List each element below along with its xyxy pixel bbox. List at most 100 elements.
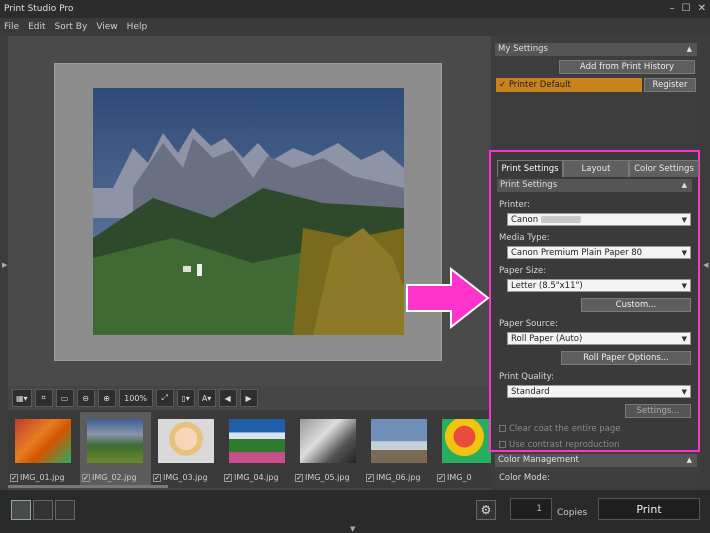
print-preview-area bbox=[8, 36, 491, 386]
dropdown-arrow-icon: ▼ bbox=[681, 335, 687, 343]
expand-down-icon[interactable]: ▼ bbox=[350, 525, 355, 533]
printer-default-label: Printer Default bbox=[508, 80, 571, 90]
menu-edit[interactable]: Edit bbox=[28, 18, 45, 36]
print-settings-panel: Print Settings Layout Color Settings Pri… bbox=[489, 150, 700, 452]
layout-bottom-button[interactable] bbox=[11, 500, 31, 520]
print-button[interactable]: Print bbox=[598, 498, 700, 520]
copies-input[interactable]: 1 bbox=[510, 498, 552, 520]
print-settings-section-title: Print Settings bbox=[500, 180, 558, 190]
dropdown-arrow-icon: ▼ bbox=[681, 388, 687, 396]
check-icon: ✓ bbox=[499, 80, 509, 90]
collapse-icon: ▲ bbox=[686, 45, 692, 53]
checkbox[interactable]: ✓ bbox=[437, 474, 445, 482]
print-layout-icon[interactable]: ▦▾ bbox=[12, 389, 32, 407]
thumbnail-label: IMG_05.jpg bbox=[305, 473, 350, 482]
checkbox[interactable]: ✓ bbox=[366, 474, 374, 482]
list-item[interactable]: ✓ IMG_05.jpg bbox=[293, 412, 364, 486]
thumbnail-label: IMG_04.jpg bbox=[234, 473, 279, 482]
minimize-icon[interactable]: – bbox=[670, 0, 675, 18]
menu-sort-by[interactable]: Sort By bbox=[55, 18, 88, 36]
custom-size-button[interactable]: Custom... bbox=[581, 298, 691, 312]
app-window: Print Studio Pro – ☐ ✕ File Edit Sort By… bbox=[0, 0, 710, 533]
my-settings-header[interactable]: My Settings ▲ bbox=[495, 43, 697, 56]
mountain-photo bbox=[93, 88, 404, 335]
thumbnail-label: IMG_0 bbox=[447, 473, 472, 482]
contrast-label: Use contrast reproduction bbox=[509, 440, 620, 450]
menu-view[interactable]: View bbox=[96, 18, 117, 36]
contrast-checkbox[interactable]: Use contrast reproduction bbox=[499, 440, 620, 450]
checkbox[interactable]: ✓ bbox=[295, 474, 303, 482]
thumbnail-image bbox=[371, 419, 427, 463]
list-item[interactable]: ✓ IMG_04.jpg bbox=[222, 412, 293, 486]
printer-select[interactable]: Canon ▼ bbox=[507, 213, 691, 226]
collapse-right-icon: ◀ bbox=[703, 261, 709, 269]
color-management-header[interactable]: Color Management ▲ bbox=[495, 454, 697, 467]
my-settings-title: My Settings bbox=[498, 44, 548, 54]
zoom-out-icon[interactable]: ⊖ bbox=[76, 389, 95, 407]
list-item[interactable]: ✓ IMG_06.jpg bbox=[364, 412, 435, 486]
tab-layout[interactable]: Layout bbox=[563, 160, 629, 177]
display-mode-icon[interactable]: ▭ bbox=[55, 389, 74, 407]
checkbox[interactable]: ✓ bbox=[153, 474, 161, 482]
app-title: Print Studio Pro bbox=[4, 4, 74, 14]
zoom-level[interactable]: 100% bbox=[118, 389, 153, 407]
print-settings-header[interactable]: Print Settings ▲ bbox=[497, 179, 692, 192]
thumbnail-label: IMG_03.jpg bbox=[163, 473, 208, 482]
clear-coat-checkbox[interactable]: Clear coat the entire page bbox=[499, 424, 620, 434]
checkbox-box bbox=[499, 425, 506, 432]
filmstrip: ✓ IMG_01.jpg ✓ IMG_02.jpg ✓ IMG_03.jpg ✓ IMG… bbox=[8, 410, 491, 488]
paper-size-select[interactable]: Letter (8.5"x11") ▼ bbox=[507, 279, 691, 292]
paper-source-select[interactable]: Roll Paper (Auto) ▼ bbox=[507, 332, 691, 345]
page-icon[interactable]: ▯▾ bbox=[176, 389, 195, 407]
media-type-value: Canon Premium Plain Paper 80 bbox=[511, 248, 643, 258]
preview-toolbar: ▦▾ ⌗ ▭ ⊖ ⊕ 100% ⤢ ▯▾ A▾ ◀ ▶ bbox=[8, 387, 491, 409]
gear-icon[interactable]: ⚙ bbox=[476, 500, 496, 520]
list-item[interactable]: ✓ IMG_03.jpg bbox=[151, 412, 222, 486]
media-type-select[interactable]: Canon Premium Plain Paper 80 ▼ bbox=[507, 246, 691, 259]
copies-label: Copies bbox=[557, 508, 588, 518]
add-from-history-button[interactable]: Add from Print History bbox=[559, 60, 695, 74]
tab-print-settings[interactable]: Print Settings bbox=[497, 160, 563, 177]
tab-color-settings[interactable]: Color Settings bbox=[629, 160, 699, 177]
paper-source-label: Paper Source: bbox=[499, 319, 558, 329]
expand-left-icon: ▶ bbox=[2, 261, 8, 269]
layout-right-button[interactable] bbox=[55, 500, 75, 520]
checkbox[interactable]: ✓ bbox=[224, 474, 232, 482]
fit-screen-icon[interactable]: ⤢ bbox=[155, 389, 174, 407]
list-item[interactable]: ✓ IMG_02.jpg bbox=[80, 412, 151, 486]
printer-default-item[interactable]: ✓ Printer Default bbox=[496, 78, 642, 92]
register-button[interactable]: Register bbox=[644, 78, 696, 92]
window-controls: – ☐ ✕ bbox=[670, 0, 706, 18]
roll-paper-options-button[interactable]: Roll Paper Options... bbox=[561, 351, 691, 365]
clear-coat-label: Clear coat the entire page bbox=[509, 424, 621, 434]
close-icon[interactable]: ✕ bbox=[698, 0, 706, 18]
list-item[interactable]: ✓ IMG_0 bbox=[435, 412, 491, 486]
checkbox[interactable]: ✓ bbox=[82, 474, 90, 482]
menu-help[interactable]: Help bbox=[127, 18, 148, 36]
quality-settings-button[interactable]: Settings... bbox=[625, 404, 691, 418]
crop-icon[interactable]: ⌗ bbox=[34, 389, 53, 407]
paper-size-label: Paper Size: bbox=[499, 266, 547, 276]
list-item[interactable]: ✓ IMG_01.jpg bbox=[8, 412, 79, 486]
printer-label: Printer: bbox=[499, 200, 530, 210]
prev-icon[interactable]: ◀ bbox=[218, 389, 237, 407]
preview-photo bbox=[93, 88, 404, 335]
next-icon[interactable]: ▶ bbox=[239, 389, 258, 407]
thumbnail-image bbox=[442, 419, 491, 463]
dropdown-arrow-icon: ▼ bbox=[681, 216, 687, 224]
thumbnail-image bbox=[300, 419, 356, 463]
menu-file[interactable]: File bbox=[4, 18, 19, 36]
text-icon[interactable]: A▾ bbox=[197, 389, 216, 407]
left-panel-handle[interactable]: ▶ bbox=[0, 36, 8, 496]
thumbnail-image bbox=[87, 419, 143, 463]
zoom-in-icon[interactable]: ⊕ bbox=[97, 389, 116, 407]
filmstrip-scrollbar[interactable] bbox=[8, 485, 168, 488]
right-panel-handle[interactable]: ◀ bbox=[701, 36, 710, 496]
checkbox[interactable]: ✓ bbox=[10, 474, 18, 482]
dropdown-arrow-icon: ▼ bbox=[681, 282, 687, 290]
layout-left-button[interactable] bbox=[33, 500, 53, 520]
thumbnail-label: IMG_01.jpg bbox=[20, 473, 65, 482]
print-quality-select[interactable]: Standard ▼ bbox=[507, 385, 691, 398]
redacted-model bbox=[541, 216, 582, 223]
maximize-icon[interactable]: ☐ bbox=[682, 0, 691, 18]
